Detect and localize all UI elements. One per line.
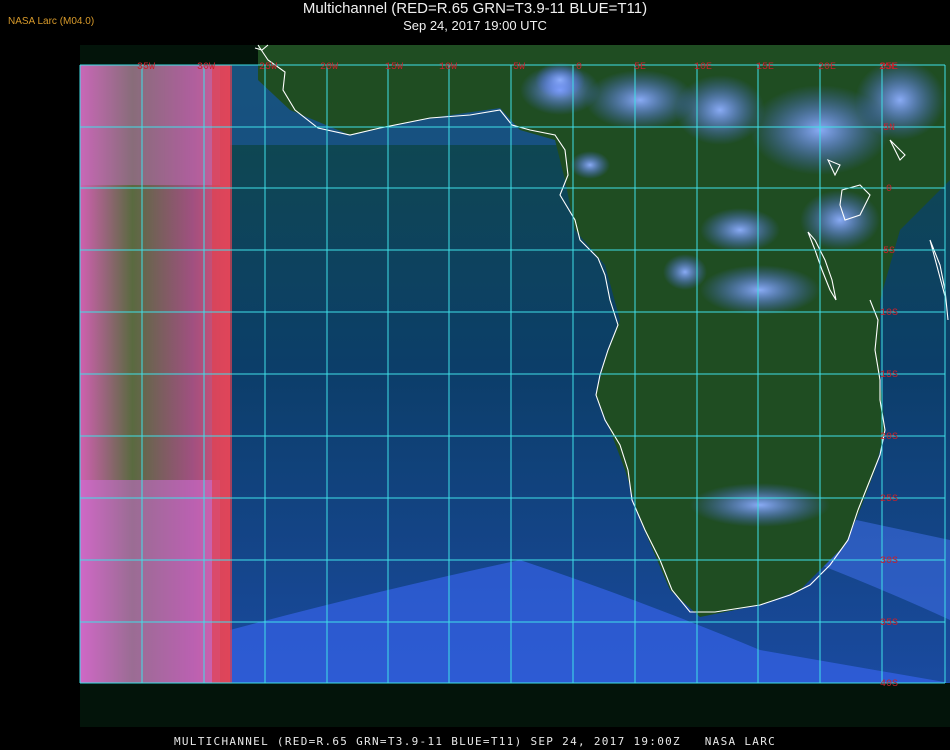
longitude-label: 5W xyxy=(513,62,525,73)
latitude-label: 5S xyxy=(883,246,895,257)
latitude-label: 25S xyxy=(880,494,898,505)
longitude-label: 25W xyxy=(259,62,277,73)
longitude-label: 20W xyxy=(320,62,338,73)
latitude-label: 30S xyxy=(880,556,898,567)
longitude-label: 0 xyxy=(576,62,582,73)
longitude-label: 15W xyxy=(385,62,403,73)
longitude-label: 5E xyxy=(634,62,646,73)
longitude-label: 15E xyxy=(756,62,774,73)
longitude-label: 20E xyxy=(818,62,836,73)
latitude-label: 35S xyxy=(880,618,898,629)
latitude-label: 0 xyxy=(886,184,892,195)
latitude-label: 20S xyxy=(880,432,898,443)
glint-clouds-north xyxy=(80,65,220,185)
latitude-label: 15S xyxy=(880,370,898,381)
glint-clouds-south xyxy=(80,480,220,683)
longitude-label: 35W xyxy=(137,62,155,73)
longitude-label: 10W xyxy=(439,62,457,73)
longitude-label: 35E xyxy=(880,62,898,73)
latitude-label: 40S xyxy=(880,679,898,690)
longitude-label: 30W xyxy=(197,62,215,73)
longitude-label: 10E xyxy=(694,62,712,73)
latitude-label: 10S xyxy=(880,308,898,319)
satellite-map: 35W 30W 25W 20W 15W 10W 5W 0 5E 10E 15E 20E 25E35E5N… xyxy=(79,44,950,727)
footer-caption: MULTICHANNEL (RED=R.65 GRN=T3.9-11 BLUE=… xyxy=(173,735,777,748)
latitude-label: 5N xyxy=(883,123,895,134)
